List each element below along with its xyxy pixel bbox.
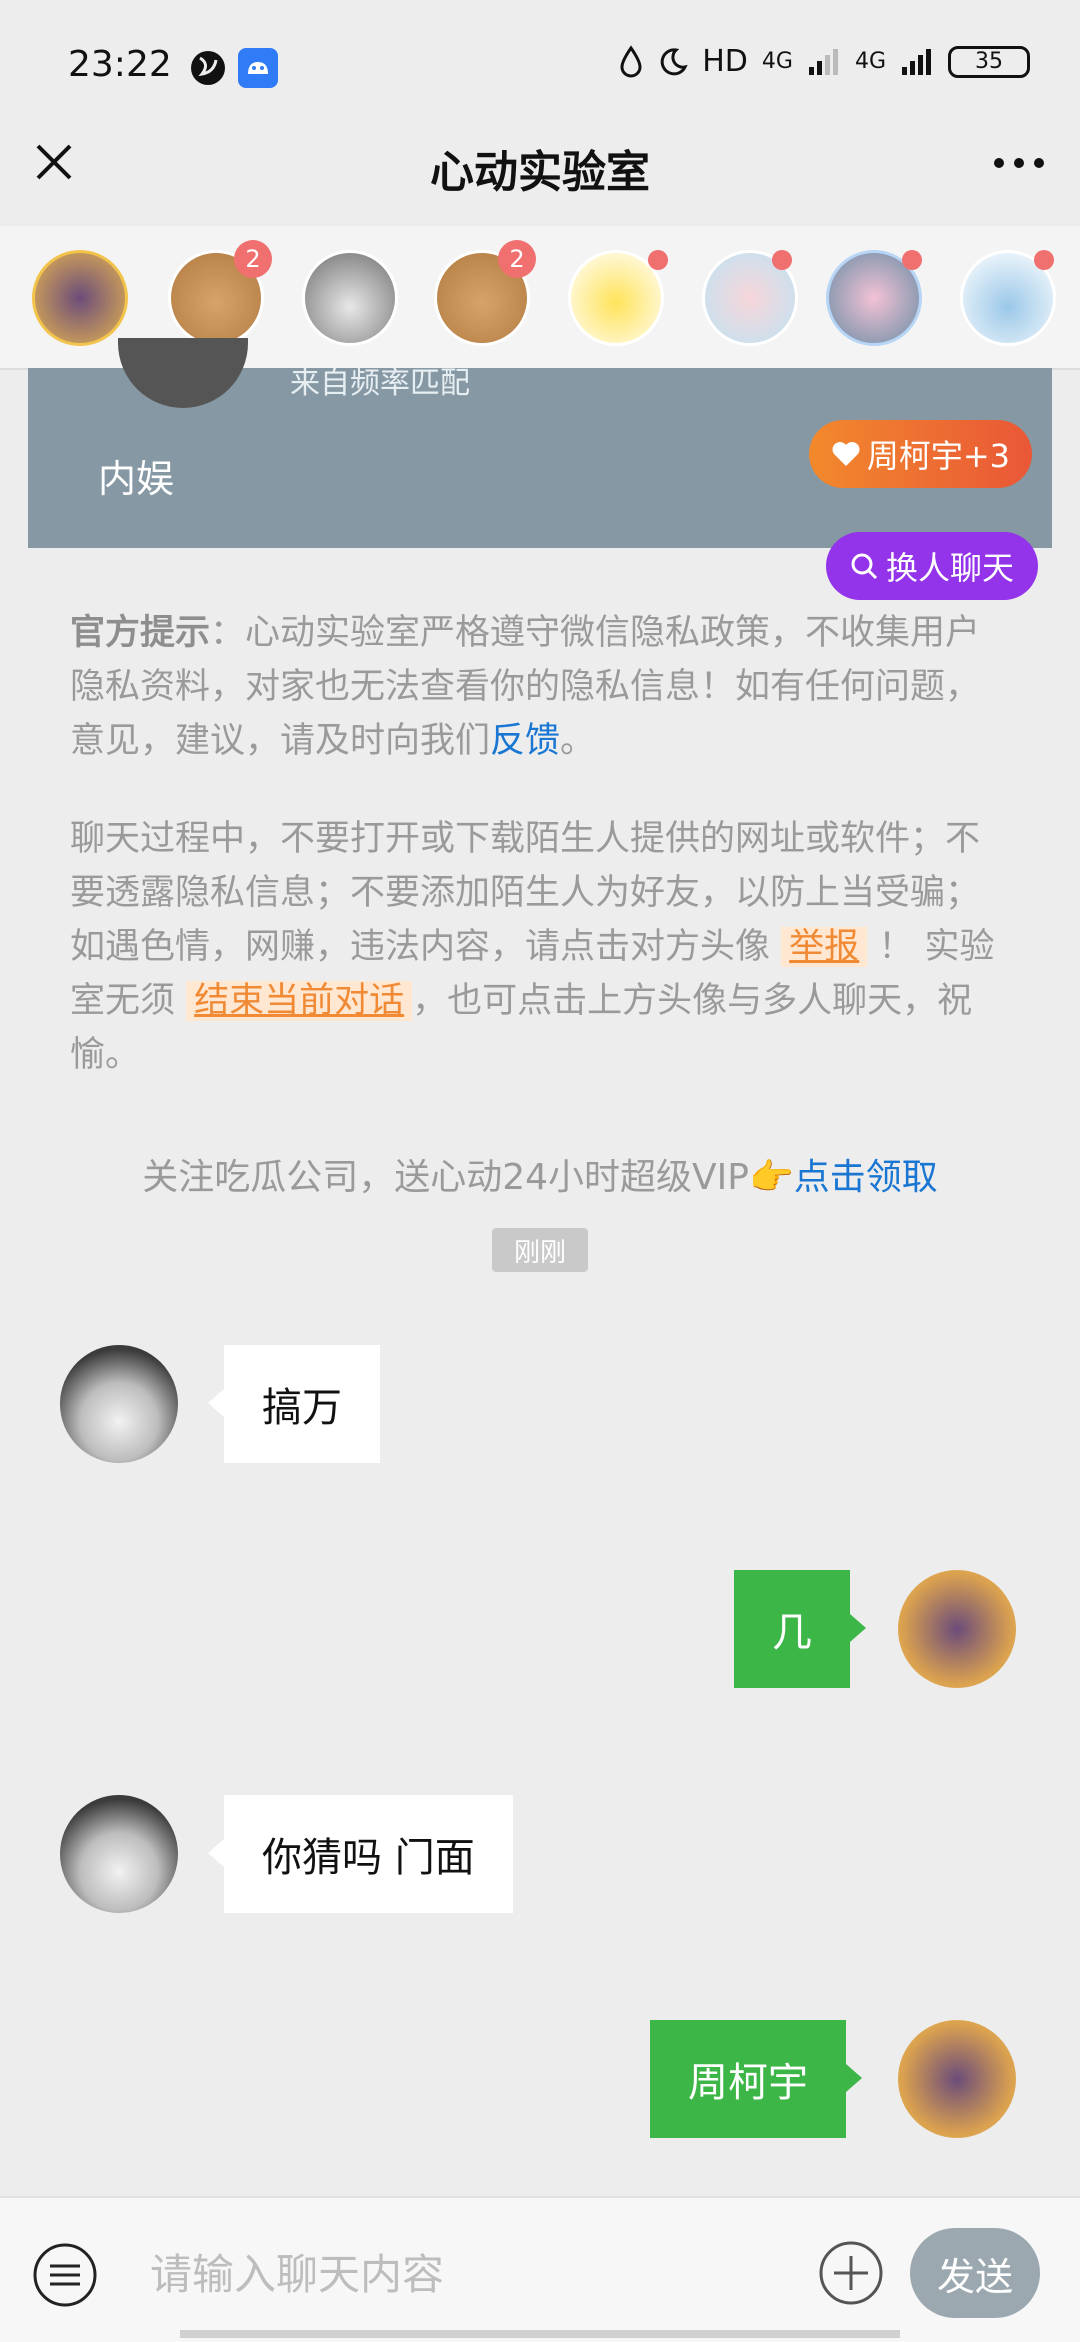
interest-tag: 内娱: [98, 457, 175, 501]
self-avatar[interactable]: [898, 1570, 1016, 1688]
chat-input[interactable]: 请输入聊天内容: [150, 2240, 790, 2302]
end-chat-link[interactable]: 结束当前对话: [186, 981, 413, 1021]
time-badge: 刚刚: [492, 1228, 588, 1272]
avatar-girl[interactable]: [302, 250, 398, 346]
android-icon: [238, 48, 278, 88]
unread-dot: [902, 250, 922, 270]
home-indicator[interactable]: [180, 2330, 900, 2338]
feedback-link[interactable]: 反馈: [490, 721, 560, 761]
switch-label: 换人聊天: [886, 549, 1015, 587]
input-bar: 请输入聊天内容 发送: [0, 2196, 1080, 2342]
promo-line: 关注吃瓜公司，送心动24小时超级VIP👉点击领取: [0, 1148, 1080, 1200]
switch-partner-button[interactable]: 换人聊天: [826, 532, 1039, 600]
signal-4g-2: 4G: [854, 49, 886, 74]
hd-label: HD: [702, 44, 748, 79]
avatar-self[interactable]: [32, 250, 128, 346]
signal-4g-1: 4G: [761, 49, 793, 74]
message-bubble-out: 周柯宇: [650, 2020, 862, 2138]
status-time: 23:22: [68, 44, 172, 85]
signal-bars-icon: [808, 48, 838, 75]
status-bar: 23:22 HD 4G 4G 35: [0, 0, 1080, 130]
battery-icon: 35: [948, 45, 1030, 78]
likes-pill[interactable]: 周柯宇+3: [808, 420, 1032, 488]
official-notice: 官方提示：心动实验室严格遵守微信隐私政策，不收集用户隐私资料，对家也无法查看你的…: [70, 606, 1010, 768]
battery-level: 35: [975, 49, 1003, 74]
more-icon[interactable]: [992, 156, 1046, 170]
search-heart-icon: [851, 553, 878, 580]
message-bubble-in: 你猜吗 门面: [208, 1795, 513, 1913]
globe-icon: [191, 51, 225, 85]
report-link[interactable]: 举报: [781, 927, 868, 967]
partner-avatar[interactable]: [118, 338, 248, 408]
notice-prefix: 官方提示: [70, 613, 211, 653]
unread-dot: [772, 250, 792, 270]
unread-dot: [648, 250, 668, 270]
likes-label: 周柯宇+3: [866, 437, 1010, 475]
safety-notice: 聊天过程中，不要打开或下载陌生人提供的网址或软件；不要透露隐私信息；不要添加陌生…: [70, 812, 1010, 1082]
title-bar: 心动实验室: [0, 130, 1080, 226]
unread-dot: [1034, 250, 1054, 270]
drop-icon: [620, 44, 642, 77]
send-button[interactable]: 发送: [910, 2228, 1040, 2318]
partner-avatar[interactable]: [60, 1795, 178, 1913]
moon-icon: [660, 47, 688, 75]
message-bubble-in: 搞万: [208, 1345, 380, 1463]
signal-bars-icon-2: [902, 48, 931, 75]
unread-badge: 2: [498, 240, 536, 278]
heart-icon: [832, 442, 860, 466]
self-avatar[interactable]: [898, 2020, 1016, 2138]
promo-text: 关注吃瓜公司，送心动24小时超级VIP👉: [142, 1157, 794, 1198]
match-source: 来自频率匹配: [290, 366, 470, 401]
match-card: 来自频率匹配 内娱 周柯宇+3: [28, 338, 1052, 548]
message-bubble-out: 几: [734, 1570, 866, 1688]
claim-vip-link[interactable]: 点击领取: [794, 1157, 938, 1198]
menu-icon[interactable]: [32, 2242, 98, 2308]
page-title: 心动实验室: [430, 147, 650, 198]
status-right: HD 4G 4G 35: [618, 44, 1030, 79]
partner-avatar[interactable]: [60, 1345, 178, 1463]
plus-icon[interactable]: [818, 2240, 884, 2306]
unread-badge: 2: [234, 240, 272, 278]
notice-suffix: 。: [560, 721, 596, 761]
